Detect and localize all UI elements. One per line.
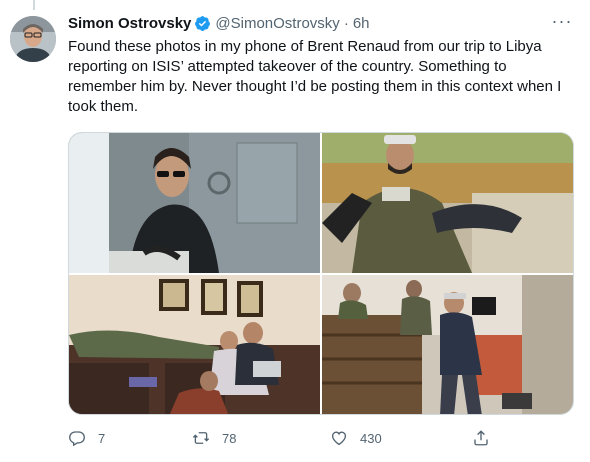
media-photo-1[interactable] (69, 133, 320, 273)
photo-truck-bed (322, 133, 573, 273)
thread-connector-line (33, 0, 35, 10)
share-icon (474, 430, 488, 446)
tweet-text: Found these photos in my phone of Brent … (68, 38, 562, 115)
retweet-count: 78 (222, 430, 237, 446)
timestamp[interactable]: 6h (353, 15, 370, 32)
retweet-button[interactable]: 78 (192, 429, 236, 447)
photo-ruined-room (322, 275, 573, 414)
like-button[interactable]: 430 (330, 429, 382, 447)
tweet-body: Simon Ostrovsky @SimonOstrovsky · 6h ···… (68, 12, 574, 447)
photo-living-room (69, 275, 320, 414)
retweet-icon (192, 432, 210, 444)
author-name[interactable]: Simon Ostrovsky (68, 15, 191, 32)
verified-badge-icon (195, 15, 211, 31)
media-photo-2[interactable] (322, 133, 573, 273)
separator-dot: · (343, 14, 349, 32)
heart-icon (331, 431, 347, 446)
like-count: 430 (360, 430, 382, 446)
avatar-photo (10, 16, 56, 62)
photo-van-interior (69, 133, 320, 273)
tweet-header: Simon Ostrovsky @SimonOstrovsky · 6h (68, 12, 574, 34)
media-photo-3[interactable] (69, 275, 320, 414)
avatar[interactable] (10, 16, 56, 62)
share-button[interactable] (472, 429, 502, 447)
reply-count: 7 (98, 430, 106, 446)
reply-icon (69, 431, 85, 447)
reply-button[interactable]: 7 (68, 429, 105, 447)
tweet-actions: 7 78 430 (68, 429, 574, 449)
author-handle[interactable]: @SimonOstrovsky (215, 15, 339, 32)
more-icon: ··· (551, 11, 573, 31)
more-options-button[interactable]: ··· (550, 12, 574, 34)
media-photo-4[interactable] (322, 275, 573, 414)
media-grid (68, 132, 574, 415)
